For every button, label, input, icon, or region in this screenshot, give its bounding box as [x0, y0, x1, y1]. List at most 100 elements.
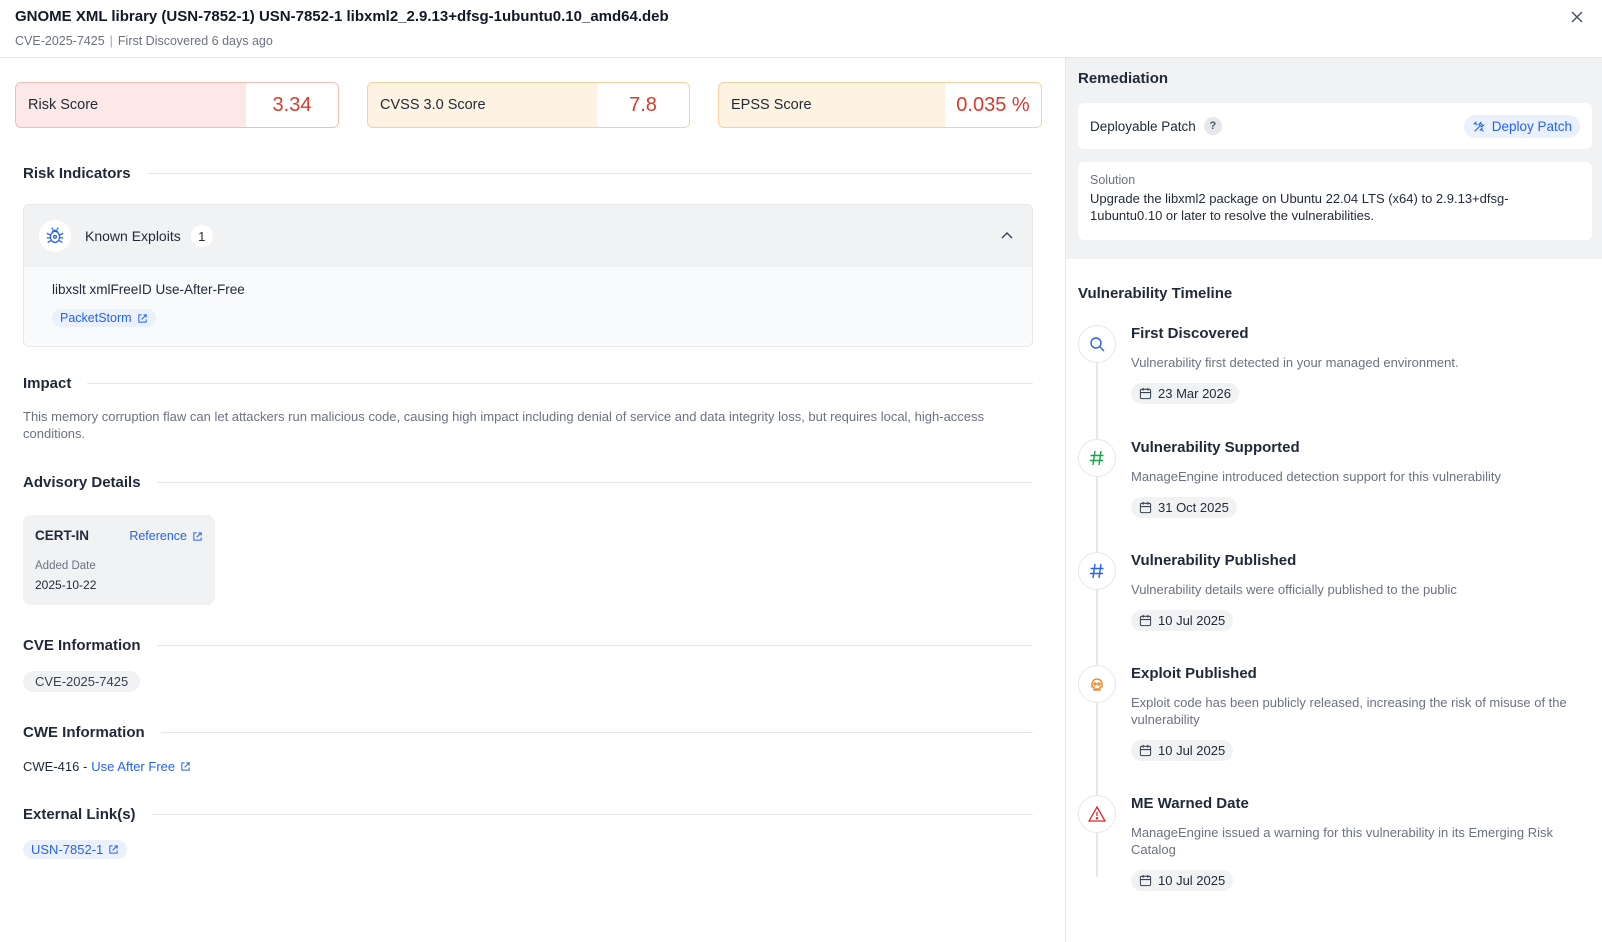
- cwe-id: CWE-416 -: [23, 759, 88, 774]
- cvss-score-label: CVSS 3.0 Score: [380, 97, 486, 113]
- risk-indicators-heading: Risk Indicators: [23, 165, 1033, 182]
- close-icon: [1571, 11, 1583, 23]
- remediation-panel: Remediation Deployable Patch ? Deploy Pa…: [1065, 58, 1602, 942]
- timeline-item: First Discovered Vulnerability first det…: [1078, 325, 1593, 415]
- timeline-item: Vulnerability Published Vulnerability de…: [1078, 552, 1593, 642]
- cvss-score-value: 7.8: [597, 83, 689, 127]
- advisory-title: Advisory Details: [23, 474, 141, 491]
- external-links-title: External Link(s): [23, 806, 136, 823]
- impact-heading: Impact: [23, 375, 1033, 392]
- solution-card: Solution Upgrade the libxml2 package on …: [1078, 162, 1592, 240]
- chevron-up-icon[interactable]: [998, 227, 1016, 245]
- known-exploits-panel: Known Exploits 1 libxslt xmlFreeID Use-A…: [23, 204, 1033, 347]
- cwe-info-heading: CWE Information: [23, 724, 1033, 741]
- skull-icon: [1078, 665, 1116, 703]
- deployable-patch-label: Deployable Patch: [1090, 118, 1196, 134]
- calendar-icon: [1139, 614, 1152, 627]
- divider: [87, 383, 1033, 384]
- risk-score-value: 3.34: [246, 83, 338, 127]
- separator: |: [109, 34, 113, 48]
- timeline-title: Vulnerability Timeline: [1078, 285, 1233, 302]
- cve-id-label: CVE-2025-7425: [15, 34, 105, 48]
- exploit-count-badge: 1: [190, 225, 213, 247]
- timeline-item-desc: ManageEngine introduced detection suppor…: [1131, 469, 1502, 484]
- timeline-item-title: Vulnerability Supported: [1131, 439, 1300, 456]
- timeline-date: 10 Jul 2025: [1158, 613, 1226, 628]
- bug-icon: [39, 220, 71, 252]
- cve-info-heading: CVE Information: [23, 637, 1033, 654]
- divider: [156, 645, 1033, 646]
- risk-score-card: Risk Score 3.34: [15, 82, 339, 128]
- timeline-date: 10 Jul 2025: [1158, 743, 1226, 758]
- hash-icon: [1078, 439, 1116, 477]
- timeline-item-title: Vulnerability Published: [1131, 552, 1297, 569]
- timeline-item: Exploit Published Exploit code has been …: [1078, 665, 1593, 775]
- remediation-section: Remediation Deployable Patch ? Deploy Pa…: [1066, 58, 1602, 259]
- added-date-value: 2025-10-22: [35, 578, 97, 592]
- advisory-org: CERT-IN: [35, 528, 89, 543]
- timeline-item: Vulnerability Supported ManageEngine int…: [1078, 439, 1593, 529]
- timeline-item: ME Warned Date ManageEngine issued a war…: [1078, 795, 1593, 905]
- divider: [160, 732, 1033, 733]
- timeline-item-desc: Vulnerability first detected in your man…: [1131, 355, 1459, 370]
- divider: [156, 482, 1033, 483]
- known-exploits-label: Known Exploits: [85, 228, 181, 244]
- first-discovered-label: First Discovered 6 days ago: [117, 34, 273, 48]
- timeline-item-title: First Discovered: [1131, 325, 1249, 342]
- search-icon: [1078, 325, 1116, 363]
- timeline-date: 31 Oct 2025: [1158, 500, 1229, 515]
- cwe-link[interactable]: Use After Free: [91, 759, 191, 774]
- timeline-date: 10 Jul 2025: [1158, 873, 1226, 888]
- advisory-card: CERT-IN Reference Added Date 2025-10-22: [23, 515, 215, 605]
- timeline-item-desc: Exploit code has been publicly released,…: [1131, 695, 1567, 727]
- external-link-icon: [109, 845, 118, 854]
- packetstorm-link-label: PacketStorm: [60, 311, 132, 325]
- risk-score-label: Risk Score: [28, 97, 99, 113]
- calendar-icon: [1139, 874, 1152, 887]
- timeline-date-chip: 31 Oct 2025: [1131, 497, 1237, 518]
- hash-icon: [1078, 552, 1116, 590]
- solution-label: Solution: [1090, 173, 1136, 187]
- timeline-date-chip: 10 Jul 2025: [1131, 870, 1234, 891]
- divider: [151, 814, 1033, 815]
- help-icon[interactable]: ?: [1203, 117, 1222, 135]
- close-button[interactable]: [1566, 6, 1588, 28]
- solution-text: Upgrade the libxml2 package on Ubuntu 22…: [1090, 191, 1509, 223]
- timeline-date-chip: 23 Mar 2026: [1131, 383, 1239, 404]
- epss-score-label: EPSS Score: [731, 97, 812, 113]
- cve-info-title: CVE Information: [23, 637, 141, 654]
- risk-indicators-title: Risk Indicators: [23, 165, 131, 182]
- details-panel: Risk Score 3.34 CVSS 3.0 Score 7.8 EPSS …: [0, 58, 1065, 942]
- usn-link[interactable]: USN-7852-1: [23, 840, 128, 859]
- timeline-item-title: ME Warned Date: [1131, 795, 1249, 812]
- impact-description: This memory corruption flaw can let atta…: [23, 409, 985, 441]
- reference-link-label: Reference: [129, 529, 187, 543]
- cwe-entry: CWE-416 - Use After Free: [23, 759, 191, 774]
- warning-icon: [1078, 795, 1116, 833]
- packetstorm-link[interactable]: PacketStorm: [52, 309, 156, 327]
- added-date-label: Added Date: [35, 560, 96, 572]
- calendar-icon: [1139, 501, 1152, 514]
- remediation-title: Remediation: [1078, 70, 1169, 87]
- cwe-info-title: CWE Information: [23, 724, 145, 741]
- calendar-icon: [1139, 744, 1152, 757]
- cve-id-chip: CVE-2025-7425: [23, 671, 141, 692]
- deploy-patch-label: Deploy Patch: [1491, 119, 1572, 134]
- epss-score-card: EPSS Score 0.035 %: [718, 82, 1042, 128]
- divider: [146, 173, 1033, 174]
- timeline-date-chip: 10 Jul 2025: [1131, 740, 1234, 761]
- cwe-link-label: Use After Free: [91, 759, 176, 774]
- timeline-item-desc: ManageEngine issued a warning for this v…: [1131, 825, 1553, 857]
- tools-icon: [1473, 120, 1485, 132]
- timeline-date-chip: 10 Jul 2025: [1131, 610, 1234, 631]
- known-exploits-header[interactable]: Known Exploits 1: [24, 205, 1032, 267]
- external-link-icon: [181, 762, 190, 771]
- deploy-patch-button[interactable]: Deploy Patch: [1463, 115, 1580, 138]
- external-link-icon: [137, 313, 147, 323]
- timeline-item-title: Exploit Published: [1131, 665, 1257, 682]
- external-link-icon: [193, 531, 202, 541]
- reference-link[interactable]: Reference: [129, 529, 203, 543]
- timeline-item-desc: Vulnerability details were officially pu…: [1131, 582, 1457, 597]
- deployable-patch-card: Deployable Patch ? Deploy Patch: [1078, 103, 1592, 149]
- impact-title: Impact: [23, 375, 72, 392]
